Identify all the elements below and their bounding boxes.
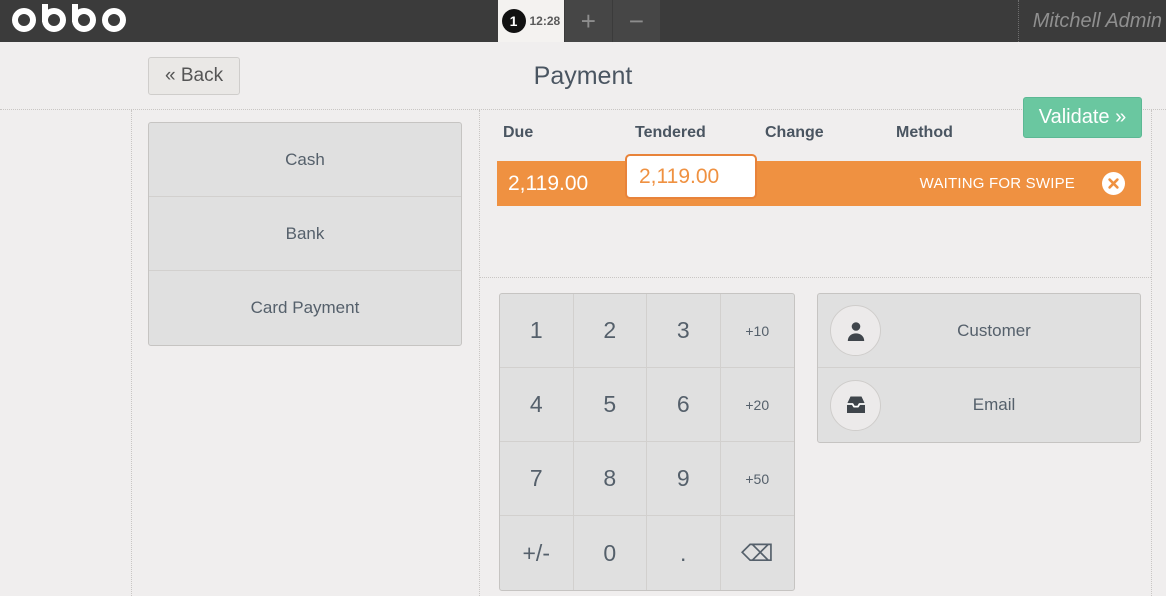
order-count-badge: 1 xyxy=(501,9,526,33)
key-0[interactable]: 0 xyxy=(574,516,647,590)
key-1[interactable]: 1 xyxy=(500,294,574,368)
key-plus-50[interactable]: +50 xyxy=(720,442,794,516)
paymentline-due-amount: 2,119.00 xyxy=(508,171,589,195)
payment-method-cash[interactable]: Cash xyxy=(149,123,461,197)
key-8[interactable]: 8 xyxy=(573,442,647,516)
remove-order-button[interactable]: − xyxy=(611,0,660,42)
add-order-button[interactable]: + xyxy=(563,0,612,42)
column-header-tendered: Tendered xyxy=(635,124,706,141)
customer-button[interactable]: Customer xyxy=(818,294,1140,368)
paymentlines-header: Due Tendered Change Method xyxy=(479,124,1151,154)
screen-header: Payment « Back Validate » xyxy=(0,42,1166,138)
odoo-logo[interactable] xyxy=(0,0,140,42)
topbar-spacer-right xyxy=(660,0,1018,42)
key-sign-toggle[interactable]: +/- xyxy=(500,516,574,590)
key-5[interactable]: 5 xyxy=(573,368,647,442)
paymentline-row[interactable]: 2,119.00 2,119.00 WAITING FOR SWIPE xyxy=(497,154,1141,206)
key-6[interactable]: 6 xyxy=(647,368,721,442)
key-9[interactable]: 9 xyxy=(647,442,721,516)
key-plus-10[interactable]: +10 xyxy=(720,294,794,368)
topbar-spacer-left xyxy=(140,0,498,42)
inbox-icon xyxy=(830,379,881,431)
delete-paymentline-icon[interactable] xyxy=(1102,172,1125,195)
user-icon xyxy=(830,305,881,356)
key-3[interactable]: 3 xyxy=(647,294,721,368)
key-4[interactable]: 4 xyxy=(500,368,574,442)
paymentline-method-status: WAITING FOR SWIPE xyxy=(919,175,1075,192)
backspace-icon[interactable]: ⌫ xyxy=(721,516,795,590)
email-button[interactable]: Email xyxy=(818,368,1140,442)
payment-methods-list: Cash Bank Card Payment xyxy=(148,122,462,346)
paymentlines-section: Due Tendered Change Method 2,119.00 2,11… xyxy=(479,110,1151,278)
paymentline-tendered-input[interactable]: 2,119.00 xyxy=(625,154,757,199)
column-header-method: Method xyxy=(896,124,953,141)
username-label[interactable]: Mitchell Admin xyxy=(1017,0,1166,42)
payment-method-card[interactable]: Card Payment xyxy=(149,271,461,345)
key-7[interactable]: 7 xyxy=(500,442,574,516)
payment-method-bank[interactable]: Bank xyxy=(149,197,461,271)
right-rail-divider xyxy=(1151,110,1152,596)
key-plus-20[interactable]: +20 xyxy=(720,368,794,442)
top-bar: 1 12:28 + − Mitchell Admin xyxy=(0,0,1166,42)
column-header-due: Due xyxy=(503,124,534,141)
key-2[interactable]: 2 xyxy=(573,294,647,368)
left-rail-divider xyxy=(131,110,132,596)
key-decimal[interactable]: . xyxy=(647,516,721,590)
order-tab-1[interactable]: 1 12:28 xyxy=(497,0,564,42)
customer-actions-panel: Customer Email xyxy=(817,293,1141,443)
numeric-keypad: 1 2 3 +10 4 5 6 +20 7 8 9 +50 +/- 0 . ⌫ xyxy=(499,293,795,591)
back-button[interactable]: « Back xyxy=(148,57,241,95)
order-time: 12:28 xyxy=(529,14,561,28)
column-header-change: Change xyxy=(765,124,824,141)
